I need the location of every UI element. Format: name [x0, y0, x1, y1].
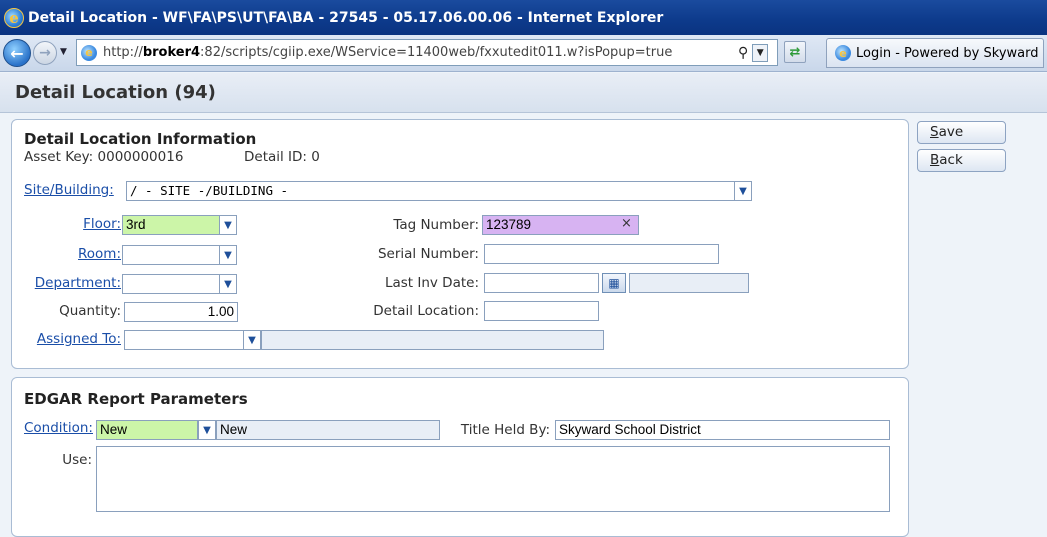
title-held-by-field[interactable]: Skyward School District	[555, 420, 890, 440]
detail-location-field[interactable]	[484, 301, 599, 321]
browser-tab-login[interactable]: e Login - Powered by Skyward	[826, 38, 1044, 68]
address-tools: ⚲ ▼	[738, 39, 769, 66]
page-icon: e	[81, 44, 97, 61]
address-dropdown-icon[interactable]: ▼	[752, 43, 769, 62]
url-host: broker4	[142, 45, 201, 60]
condition-field[interactable]: New	[96, 420, 198, 440]
serial-number-field[interactable]	[484, 244, 719, 264]
detail-location-panel: Detail Location Information Asset Key: 0…	[11, 119, 909, 369]
url-prefix: http://	[103, 45, 143, 60]
address-bar[interactable]: e http://broker4:82/scripts/cgiip.exe/WS…	[76, 39, 778, 66]
page-title: Detail Location (94)	[15, 82, 216, 103]
page-header: Detail Location (94)	[0, 73, 1047, 113]
clear-icon[interactable]: ×	[621, 216, 632, 231]
tag-number-label: Tag Number:	[393, 217, 479, 233]
section-title: Detail Location Information	[24, 130, 257, 148]
browser-navbar: ← → ▼ e http://broker4:82/scripts/cgiip.…	[0, 35, 1047, 72]
chevron-down-icon[interactable]: ▼	[198, 420, 216, 440]
history-dropdown-icon[interactable]: ▼	[60, 47, 67, 57]
edgar-report-panel: EDGAR Report Parameters Condition: New ▼…	[11, 377, 909, 537]
chevron-down-icon[interactable]: ▼	[734, 181, 752, 201]
last-inv-date-field[interactable]	[484, 273, 599, 293]
assigned-to-field[interactable]	[124, 330, 244, 350]
window-titlebar: e Detail Location - WF\FA\PS\UT\FA\BA - …	[0, 0, 1047, 35]
tag-number-field[interactable]: 123789	[482, 215, 639, 235]
window-title: Detail Location - WF\FA\PS\UT\FA\BA - 27…	[28, 9, 664, 26]
section-title: EDGAR Report Parameters	[24, 390, 248, 408]
floor-field[interactable]: 3rd	[122, 215, 220, 235]
last-inv-date-extra	[629, 273, 749, 293]
chevron-down-icon[interactable]: ▼	[243, 330, 261, 350]
floor-link[interactable]: Floor:	[24, 216, 121, 232]
site-building-link[interactable]: Site/Building:	[24, 182, 114, 198]
save-button[interactable]: Save	[917, 121, 1006, 144]
room-link[interactable]: Room:	[24, 246, 121, 262]
quantity-field[interactable]: 1.00	[124, 302, 238, 322]
forward-arrow-icon[interactable]: →	[33, 41, 57, 65]
condition-description: New	[216, 420, 440, 440]
serial-number-label: Serial Number:	[377, 246, 479, 262]
detail-location-label: Detail Location:	[373, 303, 479, 319]
detail-id: Detail ID: 0	[244, 149, 320, 165]
condition-link[interactable]: Condition:	[24, 420, 93, 436]
quantity-label: Quantity:	[59, 303, 121, 319]
search-icon[interactable]: ⚲	[738, 45, 748, 61]
last-inv-date-label: Last Inv Date:	[384, 275, 479, 291]
refresh-icon[interactable]: ⇄	[784, 41, 806, 63]
department-field[interactable]	[122, 274, 220, 294]
tab-label: Login - Powered by Skyward	[856, 45, 1039, 61]
chevron-down-icon[interactable]: ▼	[219, 245, 237, 265]
department-link[interactable]: Department:	[12, 275, 121, 291]
asset-key: Asset Key: 0000000016	[24, 149, 184, 165]
use-label: Use:	[62, 452, 92, 468]
use-textarea[interactable]	[96, 446, 890, 512]
chevron-down-icon[interactable]: ▼	[219, 274, 237, 294]
assigned-to-description	[261, 330, 604, 350]
back-button[interactable]: Back	[917, 149, 1006, 172]
room-field[interactable]	[122, 245, 220, 265]
chevron-down-icon[interactable]: ▼	[219, 215, 237, 235]
calendar-icon[interactable]: ▦	[602, 273, 626, 293]
url-rest: :82/scripts/cgiip.exe/WService=11400web/…	[200, 45, 673, 60]
site-building-field[interactable]: / - SITE -/BUILDING -	[126, 181, 738, 201]
title-held-by-label: Title Held By:	[460, 422, 550, 438]
tab-ie-icon: e	[835, 45, 851, 61]
ie-logo-icon: e	[4, 7, 24, 28]
assigned-to-link[interactable]: Assigned To:	[24, 331, 121, 347]
back-arrow-icon[interactable]: ←	[3, 39, 31, 67]
